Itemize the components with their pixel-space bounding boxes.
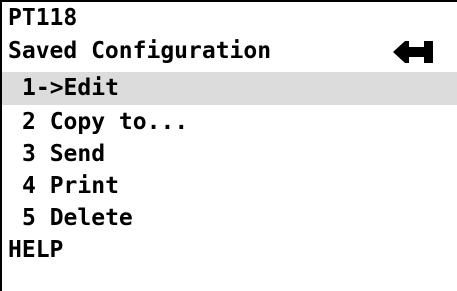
help-label[interactable]: HELP — [2, 234, 457, 267]
device-screen: PT118 Saved Configuration 1->Edit 2 Copy… — [0, 0, 457, 291]
return-arrow-icon[interactable] — [393, 41, 433, 63]
device-id: PT118 — [8, 5, 78, 31]
menu-title: Saved Configuration — [8, 38, 272, 64]
menu-item-print[interactable]: 4 Print — [2, 170, 457, 203]
menu-item-edit[interactable]: 1->Edit — [2, 72, 457, 105]
menu-item-send[interactable]: 3 Send — [2, 138, 457, 171]
menu-item-delete[interactable]: 5 Delete — [2, 202, 457, 235]
menu-item-copy-to[interactable]: 2 Copy to... — [2, 106, 457, 139]
